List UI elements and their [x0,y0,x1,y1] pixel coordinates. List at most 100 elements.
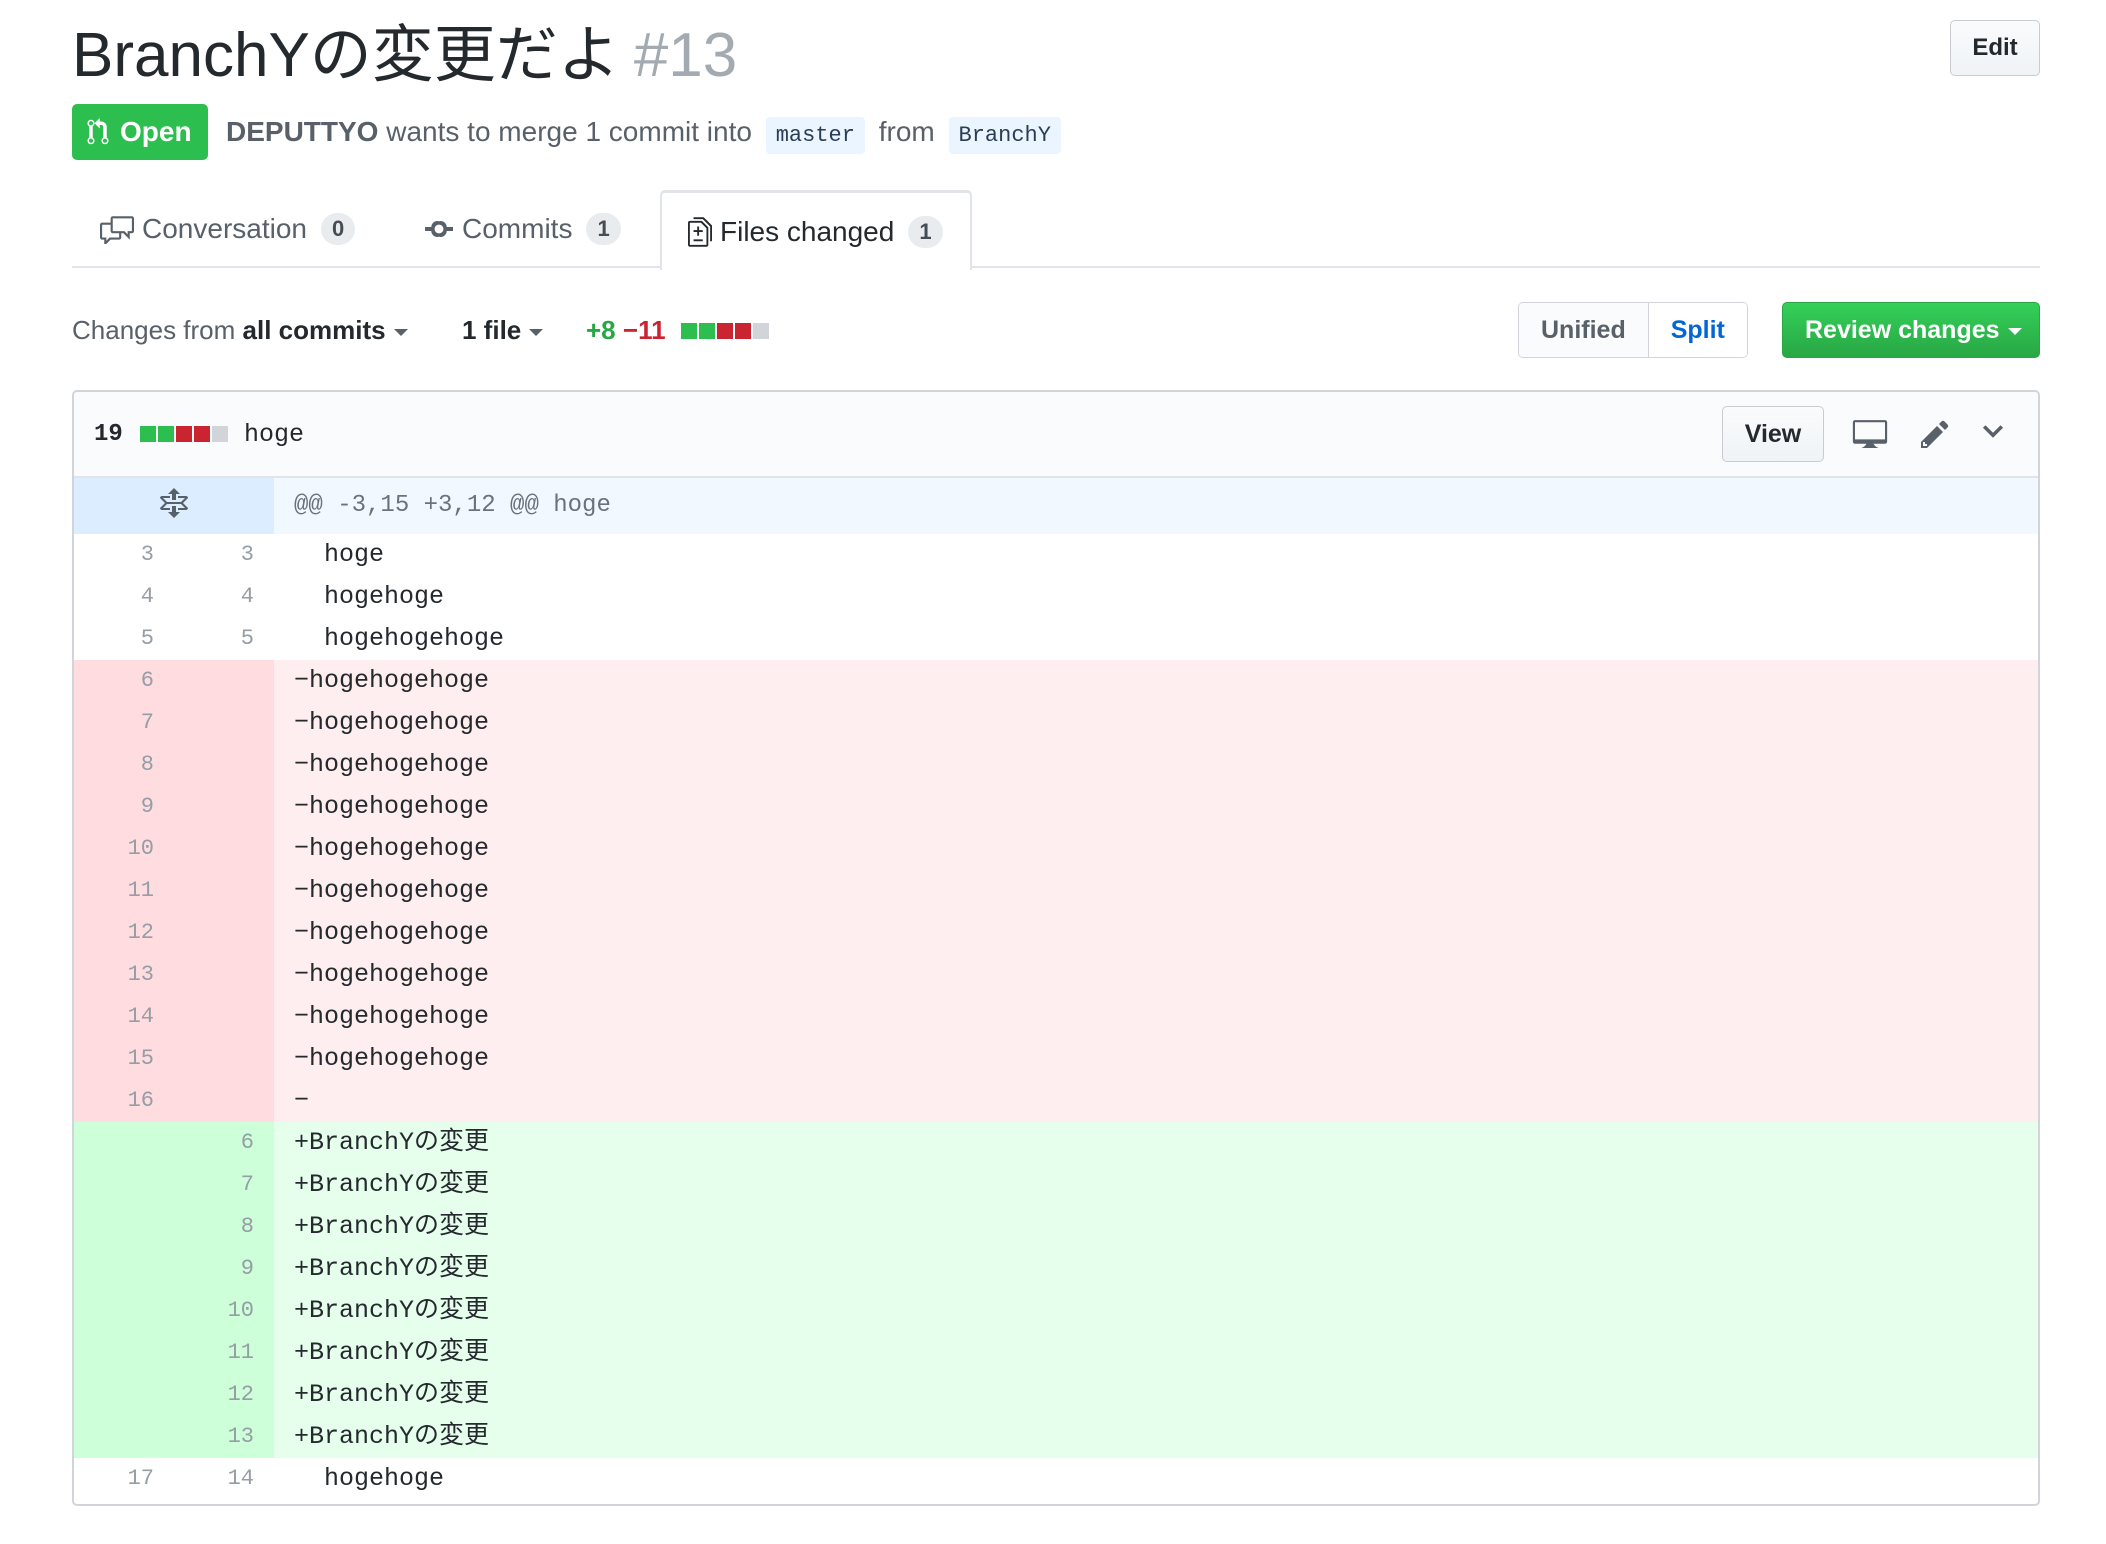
tab-commits[interactable]: Commits 1 [424,190,621,268]
diffstat-bar [680,300,771,360]
new-line-number[interactable]: 6 [174,1122,254,1164]
diff-view-toggle: Unified Split [1518,302,1748,358]
new-line-number[interactable]: 11 [174,1332,254,1374]
file-header: 19 hoge View [74,392,2038,478]
diff-line-addition: 6 +BranchYの変更 [74,1122,2038,1164]
diffstat-block [194,426,210,442]
caret-down-icon [393,328,408,336]
code-line: hogehogehoge [294,624,505,653]
code-line: +BranchYの変更 [294,1254,490,1283]
diffstat-block [734,323,751,340]
old-line-number[interactable]: 13 [74,954,154,996]
old-line-number[interactable]: 17 [74,1458,154,1500]
caret-down-icon [529,328,544,336]
new-line-number[interactable]: 14 [174,1458,254,1500]
old-line-number[interactable]: 12 [74,912,154,954]
title-row: BranchYの変更だよ #13 Edit [72,16,2040,96]
file-change-count: 19 [94,421,123,448]
tab-files-changed-count: 1 [908,215,943,248]
git-pull-request-icon [87,118,109,145]
head-branch[interactable]: BranchY [948,117,1061,154]
changes-from-value: all commits [242,315,386,345]
code-line: −hogehogehoge [294,918,490,947]
diff-line-deletion: 11 −hogehogehoge [74,870,2038,912]
view-file-button[interactable]: View [1722,406,1824,462]
new-line-number[interactable]: 3 [174,534,254,576]
diff-line-deletion: 6 −hogehogehoge [74,660,2038,702]
diff-line-deletion: 7 −hogehogehoge [74,702,2038,744]
status-label: Open [120,116,192,147]
code-line: −hogehogehoge [294,876,490,905]
pencil-icon[interactable] [1920,418,1950,450]
old-line-number[interactable]: 7 [74,702,154,744]
new-line-number[interactable]: 4 [174,576,254,618]
file-count-label: 1 file [462,315,522,345]
diff-line-deletion: 16 − [74,1080,2038,1122]
diff-line-deletion: 9 −hogehogehoge [74,786,2038,828]
chevron-down-icon[interactable] [1982,424,2004,440]
file-filter-dropdown[interactable]: 1 file [462,300,544,360]
edit-button[interactable]: Edit [1950,20,2040,76]
new-line-number[interactable]: 12 [174,1374,254,1416]
old-line-number[interactable]: 15 [74,1038,154,1080]
unified-button[interactable]: Unified [1519,303,1648,357]
code-line: +BranchYの変更 [294,1212,490,1241]
old-line-number[interactable]: 6 [74,660,154,702]
old-line-number[interactable]: 9 [74,786,154,828]
expand-button[interactable] [74,478,274,534]
code-line: −hogehogehoge [294,1044,490,1073]
code-line: hoge [294,540,385,569]
tab-files-changed[interactable]: Files changed 1 [660,190,972,270]
additions-count: +8 [586,315,616,345]
base-branch[interactable]: master [765,117,865,154]
split-button[interactable]: Split [1647,303,1747,357]
code-line: −hogehogehoge [294,834,490,863]
new-line-number[interactable]: 8 [174,1206,254,1248]
tab-commits-count: 1 [586,212,621,245]
diff-line-addition: 10 +BranchYの変更 [74,1290,2038,1332]
merge-text: wants to merge 1 commit into [378,116,760,147]
diff-line-deletion: 10 −hogehogehoge [74,828,2038,870]
old-line-number[interactable]: 4 [74,576,154,618]
code-line: +BranchYの変更 [294,1296,490,1325]
pr-meta: Open DEPUTTYO wants to merge 1 commit in… [72,104,2040,160]
unfold-icon [160,488,188,518]
tab-conversation-label: Conversation [142,213,307,244]
code-line: +BranchYの変更 [294,1338,490,1367]
changes-from-prefix: Changes from [72,315,243,345]
file-diff-icon [688,216,712,247]
code-line: −hogehogehoge [294,750,490,779]
old-line-number[interactable]: 10 [74,828,154,870]
old-line-number[interactable]: 5 [74,618,154,660]
diffstat-block [752,323,769,340]
diffstat-block [176,426,192,442]
new-line-number[interactable]: 13 [174,1416,254,1458]
from-text: from [870,116,943,147]
diff-table: @@ -3,15 +3,12 @@ hoge 33 hoge 4 4 hogehog… [74,478,2038,1500]
old-line-number[interactable]: 14 [74,996,154,1038]
changes-from-dropdown[interactable]: Changes from all commits [72,300,408,360]
review-changes-button[interactable]: Review changes [1782,302,2040,358]
diff-line-addition: 12 +BranchYの変更 [74,1374,2038,1416]
author-link[interactable]: DEPUTTYO [226,116,378,147]
file-name[interactable]: hoge [244,392,304,478]
comment-discussion-icon [100,215,134,244]
desktop-icon[interactable] [1852,418,1888,448]
code-line: −hogehogehoge [294,708,490,737]
new-line-number[interactable]: 5 [174,618,254,660]
diff-line-deletion: 8 −hogehogehoge [74,744,2038,786]
old-line-number[interactable]: 8 [74,744,154,786]
code-line: − [294,1086,310,1115]
diff-summary: +8 −11 [586,300,771,362]
old-line-number[interactable]: 3 [74,534,154,576]
page-title: BranchYの変更だよ #13 [72,16,737,96]
old-line-number[interactable]: 16 [74,1080,154,1122]
old-line-number[interactable]: 11 [74,870,154,912]
new-line-number[interactable]: 7 [174,1164,254,1206]
code-line: hogehoge [294,582,445,611]
new-line-number[interactable]: 10 [174,1290,254,1332]
diff-line-context: 17 14 hogehoge [74,1458,2038,1500]
new-line-number[interactable]: 9 [174,1248,254,1290]
diff-line-deletion: 15 −hogehogehoge [74,1038,2038,1080]
tab-conversation[interactable]: Conversation 0 [100,190,356,268]
